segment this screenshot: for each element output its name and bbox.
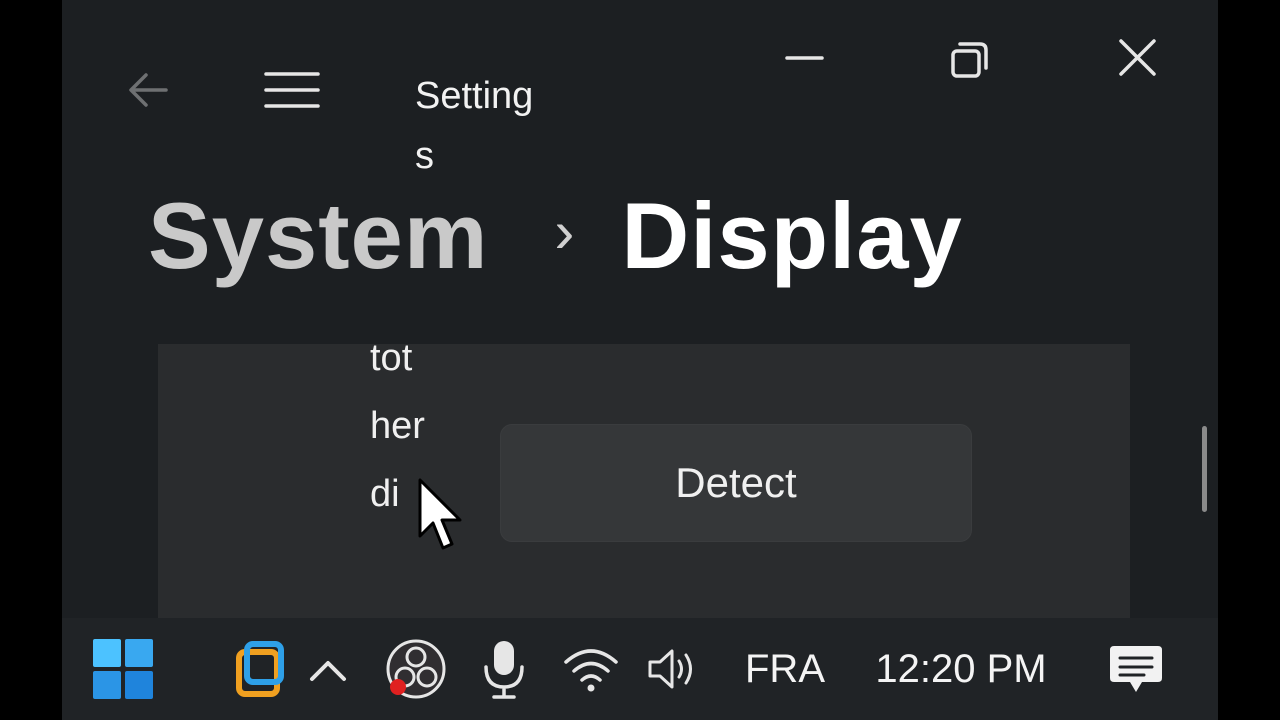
hamburger-menu-icon [264,72,320,108]
restore-button[interactable] [934,30,1004,90]
scrollbar-thumb[interactable] [1202,426,1207,512]
breadcrumb-system[interactable]: System [148,182,488,290]
minimize-icon [785,56,824,60]
app-icon [236,641,284,697]
breadcrumb-separator-icon: › [554,197,576,265]
taskbar-app-button[interactable] [232,636,288,702]
breadcrumb: System › Display [148,176,963,296]
close-button[interactable] [1102,30,1172,90]
network-button[interactable] [562,636,620,702]
page-title: Display [621,183,963,288]
app-title: Settings [415,75,534,177]
detect-button[interactable]: Detect [500,424,972,542]
start-button[interactable] [90,636,156,702]
chevron-up-icon [310,661,346,681]
notifications-icon [1110,646,1162,692]
obs-tray-button[interactable] [384,636,448,702]
settings-window: Settings System › Display tother di Dete… [62,0,1218,720]
input-language-indicator[interactable]: FRA [742,636,828,702]
volume-button[interactable] [646,636,704,702]
back-arrow-icon [129,73,168,107]
notifications-button[interactable] [1108,636,1164,702]
back-button[interactable] [120,62,176,118]
obs-icon [386,639,446,699]
volume-icon [648,649,692,689]
microphone-icon [484,641,524,699]
minimize-button[interactable] [770,30,840,90]
windows-start-icon [93,639,153,699]
taskbar-clock[interactable]: 12:20 PM [868,636,1054,702]
title-bar: Settings [62,0,1218,180]
wifi-icon [564,649,618,692]
navigation-menu-button[interactable] [260,62,324,118]
detect-displays-card: tother di Detect [158,344,1130,620]
mouse-cursor-icon [418,478,462,550]
microphone-button[interactable] [480,636,528,702]
show-hidden-icons-button[interactable] [306,636,350,702]
restore-icon [951,42,988,78]
close-icon [1119,39,1156,76]
taskbar: FRA 12:20 PM [62,618,1218,720]
